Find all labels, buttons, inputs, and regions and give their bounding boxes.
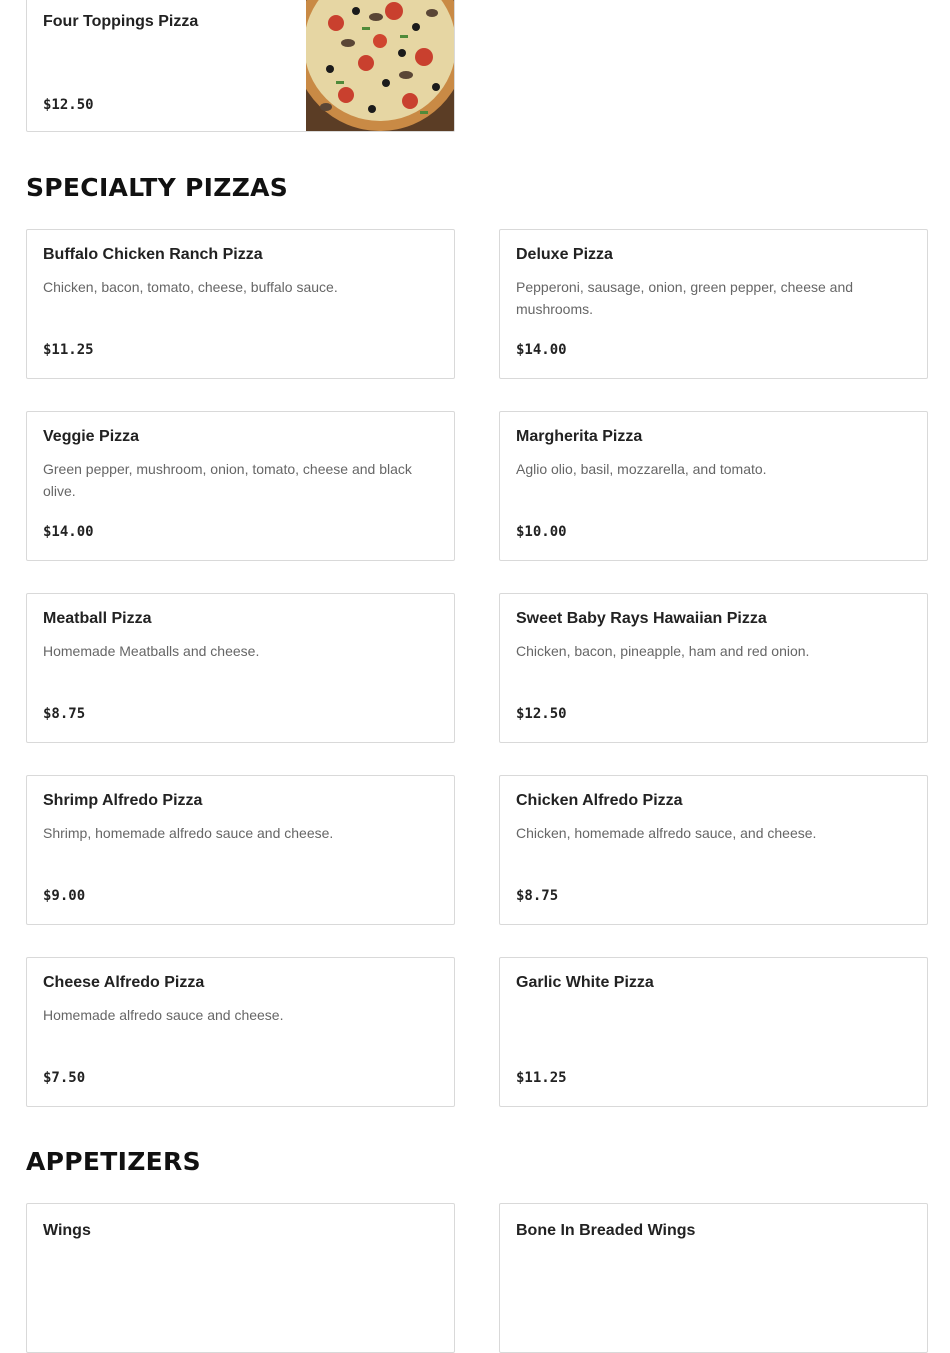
item-name: Sweet Baby Rays Hawaiian Pizza: [516, 610, 767, 627]
item-price: $12.50: [43, 97, 94, 113]
item-description: Chicken, homemade alfredo sauce, and che…: [516, 825, 817, 841]
menu-item-card[interactable]: Veggie Pizza Green pepper, mushroom, oni…: [26, 411, 455, 561]
item-description: Shrimp, homemade alfredo sauce and chees…: [43, 825, 334, 841]
item-name: Deluxe Pizza: [516, 246, 613, 263]
menu-item-card[interactable]: Cheese Alfredo Pizza Homemade alfredo sa…: [26, 957, 455, 1107]
menu-item-card[interactable]: Wings: [26, 1203, 455, 1353]
menu-item-card[interactable]: Garlic White Pizza $11.25: [499, 957, 928, 1107]
item-name: Margherita Pizza: [516, 428, 643, 445]
item-price: $9.00: [43, 888, 86, 904]
menu-item-card[interactable]: Meatball Pizza Homemade Meatballs and ch…: [26, 593, 455, 743]
menu-item-card[interactable]: Chicken Alfredo Pizza Chicken, homemade …: [499, 775, 928, 925]
menu-item-card[interactable]: Buffalo Chicken Ranch Pizza Chicken, bac…: [26, 229, 455, 379]
item-name: Shrimp Alfredo Pizza: [43, 792, 203, 809]
item-price: $7.50: [43, 1070, 86, 1086]
item-price: $11.25: [43, 342, 94, 358]
item-description: Chicken, bacon, pineapple, ham and red o…: [516, 643, 810, 659]
menu-item-card[interactable]: Bone In Breaded Wings: [499, 1203, 928, 1353]
item-price: $8.75: [516, 888, 559, 904]
menu-item-card[interactable]: Four Toppings Pizza $12.50: [26, 0, 455, 132]
item-price: $14.00: [43, 524, 94, 540]
section-title-specialty-pizzas: SPECIALTY PIZZAS: [26, 173, 289, 202]
item-price: $11.25: [516, 1070, 567, 1086]
item-description: Aglio olio, basil, mozzarella, and tomat…: [516, 461, 767, 477]
item-name: Chicken Alfredo Pizza: [516, 792, 683, 809]
item-name: Garlic White Pizza: [516, 974, 654, 991]
item-name: Veggie Pizza: [43, 428, 140, 445]
item-description: Pepperoni, sausage, onion, green pepper,…: [516, 279, 854, 317]
item-name: Cheese Alfredo Pizza: [43, 974, 205, 991]
item-price: $10.00: [516, 524, 567, 540]
item-price: $8.75: [43, 706, 86, 722]
menu-page: Four Toppings Pizza $12.50 SPECIALTY PIZ…: [0, 0, 950, 1353]
item-price: $14.00: [516, 342, 567, 358]
menu-item-card[interactable]: Deluxe Pizza Pepperoni, sausage, onion, …: [499, 229, 928, 379]
item-description: Homemade alfredo sauce and cheese.: [43, 1007, 284, 1023]
item-name: Wings: [43, 1222, 91, 1239]
item-name: Buffalo Chicken Ranch Pizza: [43, 246, 263, 263]
menu-item-card[interactable]: Sweet Baby Rays Hawaiian Pizza Chicken, …: [499, 593, 928, 743]
item-description: Chicken, bacon, tomato, cheese, buffalo …: [43, 279, 338, 295]
item-price: $12.50: [516, 706, 567, 722]
item-name: Four Toppings Pizza: [43, 13, 199, 30]
menu-item-card[interactable]: Shrimp Alfredo Pizza Shrimp, homemade al…: [26, 775, 455, 925]
pizza-photo: [306, 0, 454, 131]
item-name: Meatball Pizza: [43, 610, 152, 627]
item-name: Bone In Breaded Wings: [516, 1222, 696, 1239]
item-description: Green pepper, mushroom, onion, tomato, c…: [43, 461, 412, 499]
item-description: Homemade Meatballs and cheese.: [43, 643, 260, 659]
menu-item-card[interactable]: Margherita Pizza Aglio olio, basil, mozz…: [499, 411, 928, 561]
section-title-appetizers: APPETIZERS: [26, 1147, 201, 1176]
